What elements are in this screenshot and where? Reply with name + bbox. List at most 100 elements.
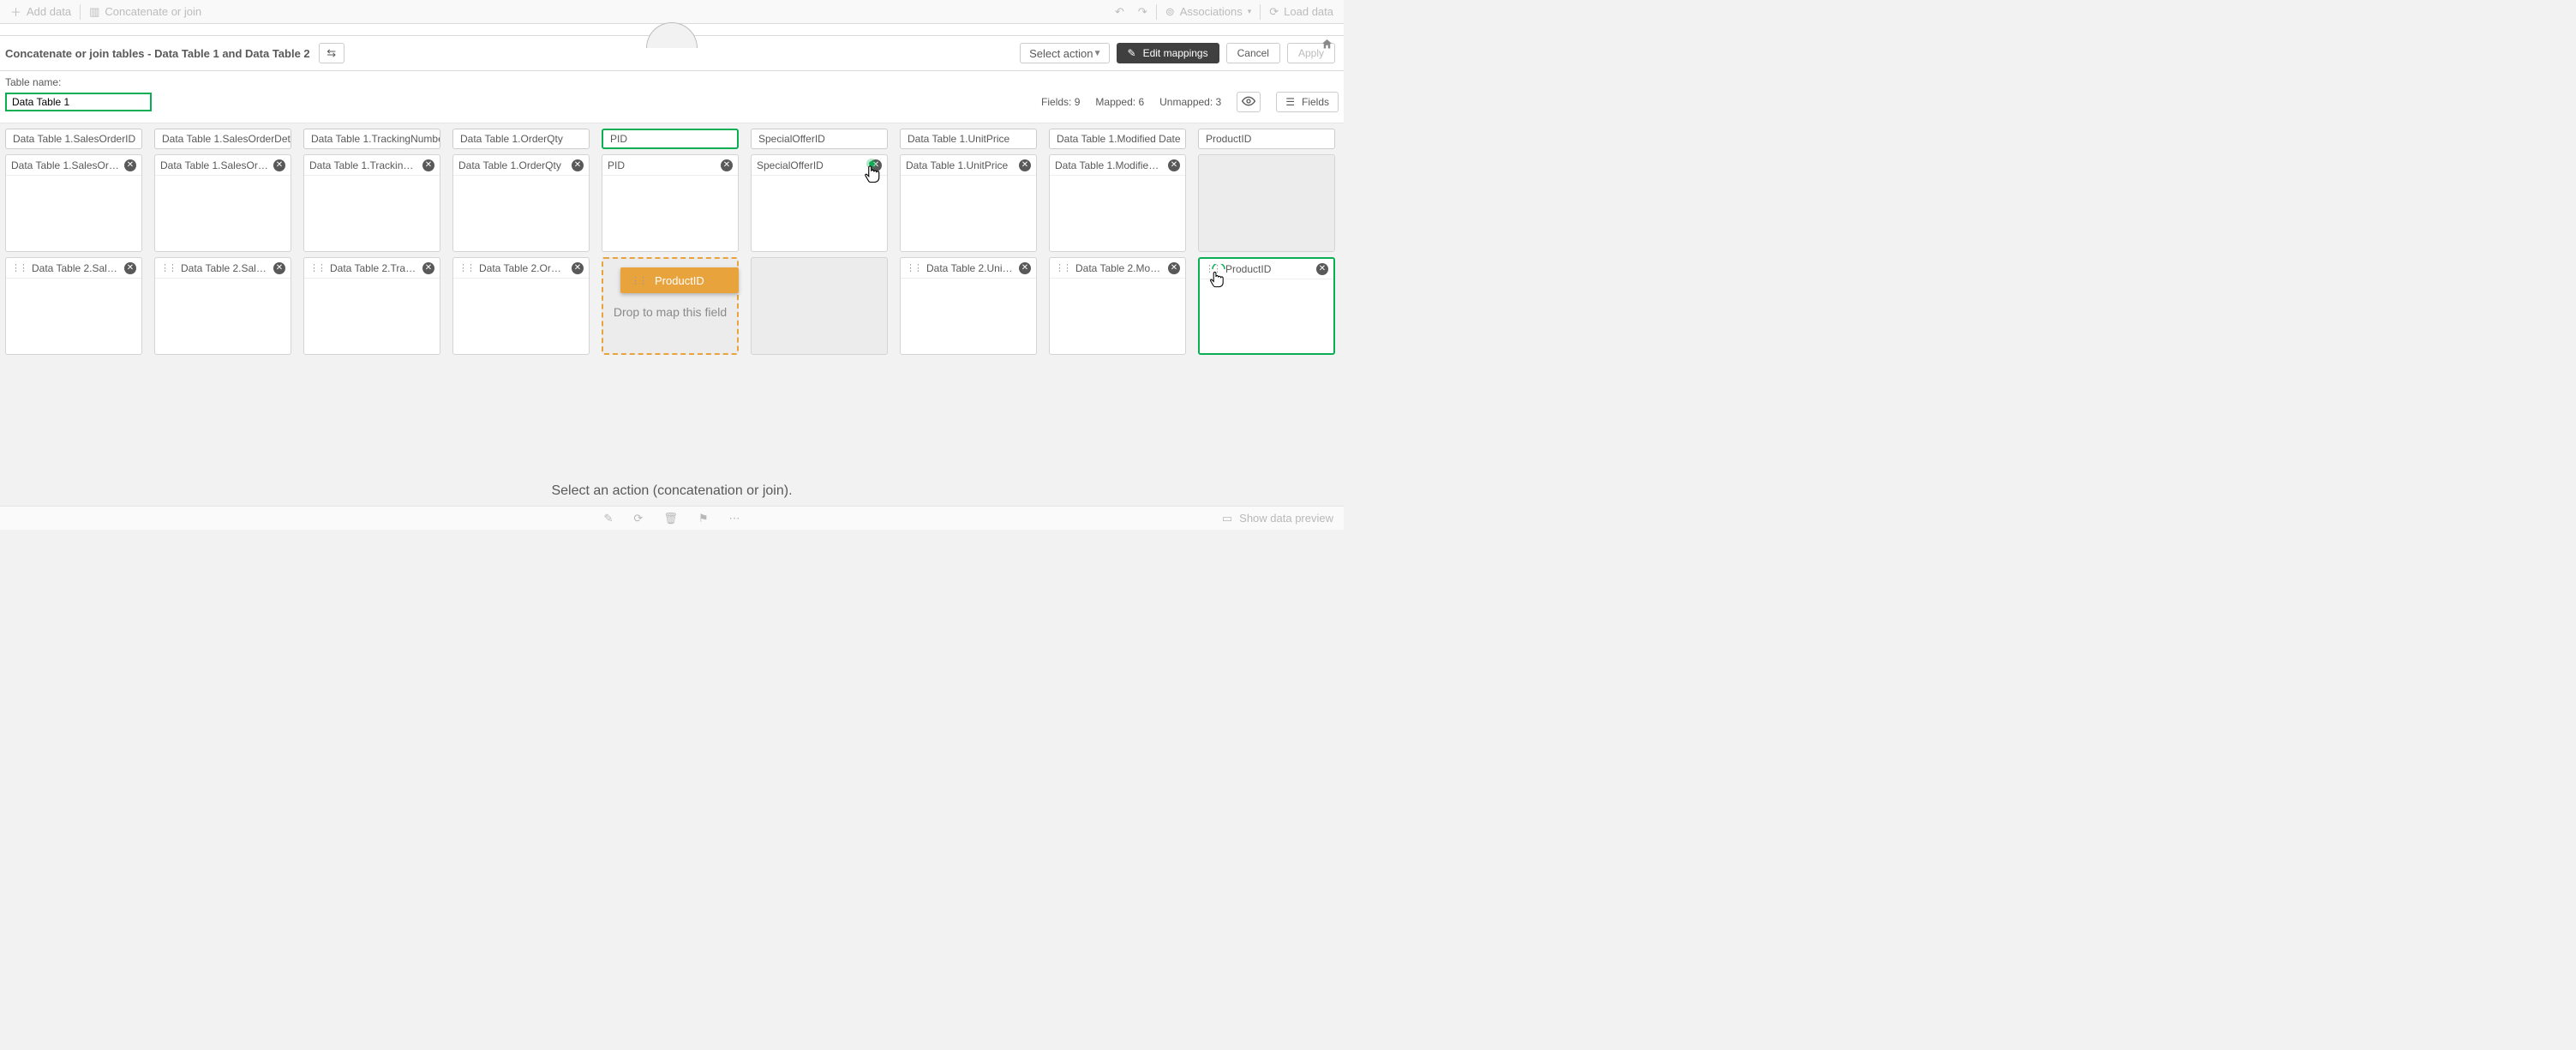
drag-chip[interactable]: ⋮⋮ProductID	[620, 267, 739, 293]
select-action-dropdown[interactable]: Select action ▼	[1020, 43, 1109, 63]
column-header[interactable]: SpecialOfferID	[751, 129, 888, 149]
column-header[interactable]: Data Table 1.SalesOrderID	[5, 129, 142, 149]
remove-icon[interactable]: ✕	[1316, 263, 1328, 275]
field-label: Data Table 1.OrderQty	[458, 159, 566, 171]
column-header[interactable]: PID	[602, 129, 739, 149]
field-chip[interactable]: ⋮⋮Data Table 2.Trackin…✕	[304, 258, 440, 279]
grip-icon[interactable]: ⋮⋮	[309, 262, 325, 273]
load-data-label: Load data	[1284, 5, 1333, 18]
remove-icon[interactable]: ✕	[422, 159, 434, 171]
edit-mappings-label: Edit mappings	[1143, 47, 1208, 59]
mapping-column: Data Table 1.UnitPriceData Table 1.UnitP…	[900, 129, 1037, 355]
remove-icon[interactable]: ✕	[273, 262, 285, 274]
edit-mappings-button[interactable]: ✎ Edit mappings	[1117, 43, 1219, 63]
field-label: Data Table 1.UnitPrice	[906, 159, 1014, 171]
remove-icon[interactable]: ✕	[1019, 262, 1031, 274]
bottom-bar: ✎ ⟳ 🗑 ⚑ ⋯ ▭ Show data preview	[0, 506, 1344, 530]
associations-button[interactable]: ⊚ Associations ▾	[1160, 0, 1256, 24]
remove-icon[interactable]: ✕	[721, 159, 733, 171]
field-chip[interactable]: SpecialOfferID ✕	[752, 155, 887, 176]
grip-icon[interactable]: ⋮⋮	[1055, 262, 1070, 273]
grip-icon[interactable]: ⋮⋮	[11, 262, 27, 273]
field-label: Data Table 2.UnitPrice	[926, 262, 1014, 274]
grip-icon[interactable]: ⋮⋮	[458, 262, 474, 273]
bottom-field-cell	[751, 257, 888, 355]
add-data-button[interactable]: ＋ Add data	[5, 0, 76, 24]
top-field-cell: SpecialOfferID ✕	[751, 154, 888, 252]
field-chip[interactable]: Data Table 1.UnitPrice ✕	[901, 155, 1036, 176]
load-data-button[interactable]: ⟳ Load data	[1264, 0, 1339, 24]
swap-order-button[interactable]: ⇆	[319, 43, 344, 63]
column-header[interactable]: Data Table 1.SalesOrderDetailID	[154, 129, 291, 149]
grip-icon[interactable]: ⋮⋮	[906, 262, 921, 273]
field-chip[interactable]: ⋮⋮ Data Table 2.Modifie… ✕	[1050, 258, 1185, 279]
column-header[interactable]: Data Table 1.OrderQty	[452, 129, 590, 149]
eye-icon	[1242, 94, 1255, 111]
field-label: Data Table 1.TrackingNu…	[309, 159, 417, 171]
field-chip[interactable]: ⋮⋮ Data Table 2.UnitPrice ✕	[901, 258, 1036, 279]
field-chip[interactable]: Data Table 1.SalesOrder… ✕	[155, 155, 291, 176]
column-header[interactable]: Data Table 1.UnitPrice	[900, 129, 1037, 149]
unmapped-count: Unmapped: 3	[1159, 96, 1221, 108]
concat-join-label: Concatenate or join	[105, 5, 201, 18]
panel-icon: ▭	[1222, 512, 1232, 525]
bottom-field-cell: ⋮⋮Data Table 2.SalesOr…✕	[5, 257, 142, 355]
remove-icon[interactable]: ✕	[124, 159, 136, 171]
cancel-label: Cancel	[1237, 47, 1269, 59]
field-label: SpecialOfferID	[757, 159, 865, 171]
home-icon[interactable]	[1321, 38, 1333, 54]
remove-icon[interactable]: ✕	[870, 159, 882, 171]
remove-icon[interactable]: ✕	[1168, 262, 1180, 274]
mapped-count: Mapped: 6	[1095, 96, 1144, 108]
show-preview-label[interactable]: Show data preview	[1239, 512, 1333, 525]
more-icon: ⋯	[728, 512, 740, 525]
undo-button[interactable]: ↶	[1110, 0, 1129, 24]
refresh-icon: ⟳	[633, 512, 643, 525]
column-header[interactable]: Data Table 1.TrackingNumber	[303, 129, 440, 149]
field-label: Data Table 2.OrderQty	[479, 262, 566, 274]
field-chip[interactable]: ⋮⋮Data Table 2.SalesOr…✕	[155, 258, 291, 279]
drop-zone[interactable]: ⋮⋮ProductID Drop to map this field	[602, 257, 739, 355]
preview-toggle-button[interactable]	[1237, 92, 1261, 112]
field-label: Data Table 2.Modifie…	[1075, 262, 1163, 274]
bottom-field-cell: ⋮⋮ ProductID ✕	[1198, 257, 1335, 355]
bottom-bar-wrap: ✎ ⟳ 🗑 ⚑ ⋯ ▭ Show data preview	[0, 506, 1344, 530]
mapping-grid: Data Table 1.SalesOrderIDData Table 1.Sa…	[0, 123, 1344, 355]
remove-icon[interactable]: ✕	[1168, 159, 1180, 171]
field-label: PID	[608, 159, 716, 171]
field-chip[interactable]: ⋮⋮ ProductID ✕	[1200, 259, 1333, 279]
remove-icon[interactable]: ✕	[572, 159, 584, 171]
field-chip[interactable]: Data Table 1.SalesOrderID ✕	[6, 155, 141, 176]
field-label: Data Table 1.SalesOrderID	[11, 159, 119, 171]
edit-icon: ✎	[604, 512, 614, 525]
mapping-column: Data Table 1.SalesOrderDetailID Data Tabl…	[154, 129, 291, 355]
field-chip[interactable]: ⋮⋮ Data Table 2.OrderQty ✕	[453, 258, 589, 279]
remove-icon[interactable]: ✕	[572, 262, 584, 274]
grip-icon[interactable]: ⋮⋮	[1205, 263, 1220, 274]
field-label: ProductID	[1225, 263, 1311, 275]
field-chip[interactable]: ⋮⋮Data Table 2.SalesOr…✕	[6, 258, 141, 279]
remove-icon[interactable]: ✕	[422, 262, 434, 274]
column-header[interactable]: ProductID	[1198, 129, 1335, 149]
field-chip[interactable]: PID ✕	[602, 155, 738, 176]
concat-join-button[interactable]: ▥ Concatenate or join	[84, 0, 207, 24]
field-chip[interactable]: Data Table 1.TrackingNu… ✕	[304, 155, 440, 176]
top-field-cell: Data Table 1.Modified Date✕	[1049, 154, 1186, 252]
table-name-label: Table name:	[5, 76, 1339, 88]
column-header[interactable]: Data Table 1.Modified Date	[1049, 129, 1186, 149]
remove-icon[interactable]: ✕	[124, 262, 136, 274]
remove-icon[interactable]: ✕	[1019, 159, 1031, 171]
redo-button[interactable]: ↷	[1133, 0, 1153, 24]
sub-bar: Table name: Fields: 9 Mapped: 6 Unmapped…	[0, 71, 1344, 123]
field-chip[interactable]: Data Table 1.OrderQty ✕	[453, 155, 589, 176]
field-chip[interactable]: Data Table 1.Modified Date✕	[1050, 155, 1185, 176]
remove-icon[interactable]: ✕	[273, 159, 285, 171]
field-label: Data Table 1.SalesOrder…	[160, 159, 268, 171]
grip-icon[interactable]: ⋮⋮	[160, 262, 176, 273]
fields-button[interactable]: ☰ Fields	[1276, 92, 1339, 112]
cancel-button[interactable]: Cancel	[1226, 43, 1280, 63]
pull-tab-arc[interactable]	[646, 22, 698, 48]
chevron-down-icon: ▾	[1248, 7, 1252, 16]
table-name-input[interactable]	[5, 93, 152, 111]
drop-hint: Drop to map this field	[603, 305, 737, 319]
